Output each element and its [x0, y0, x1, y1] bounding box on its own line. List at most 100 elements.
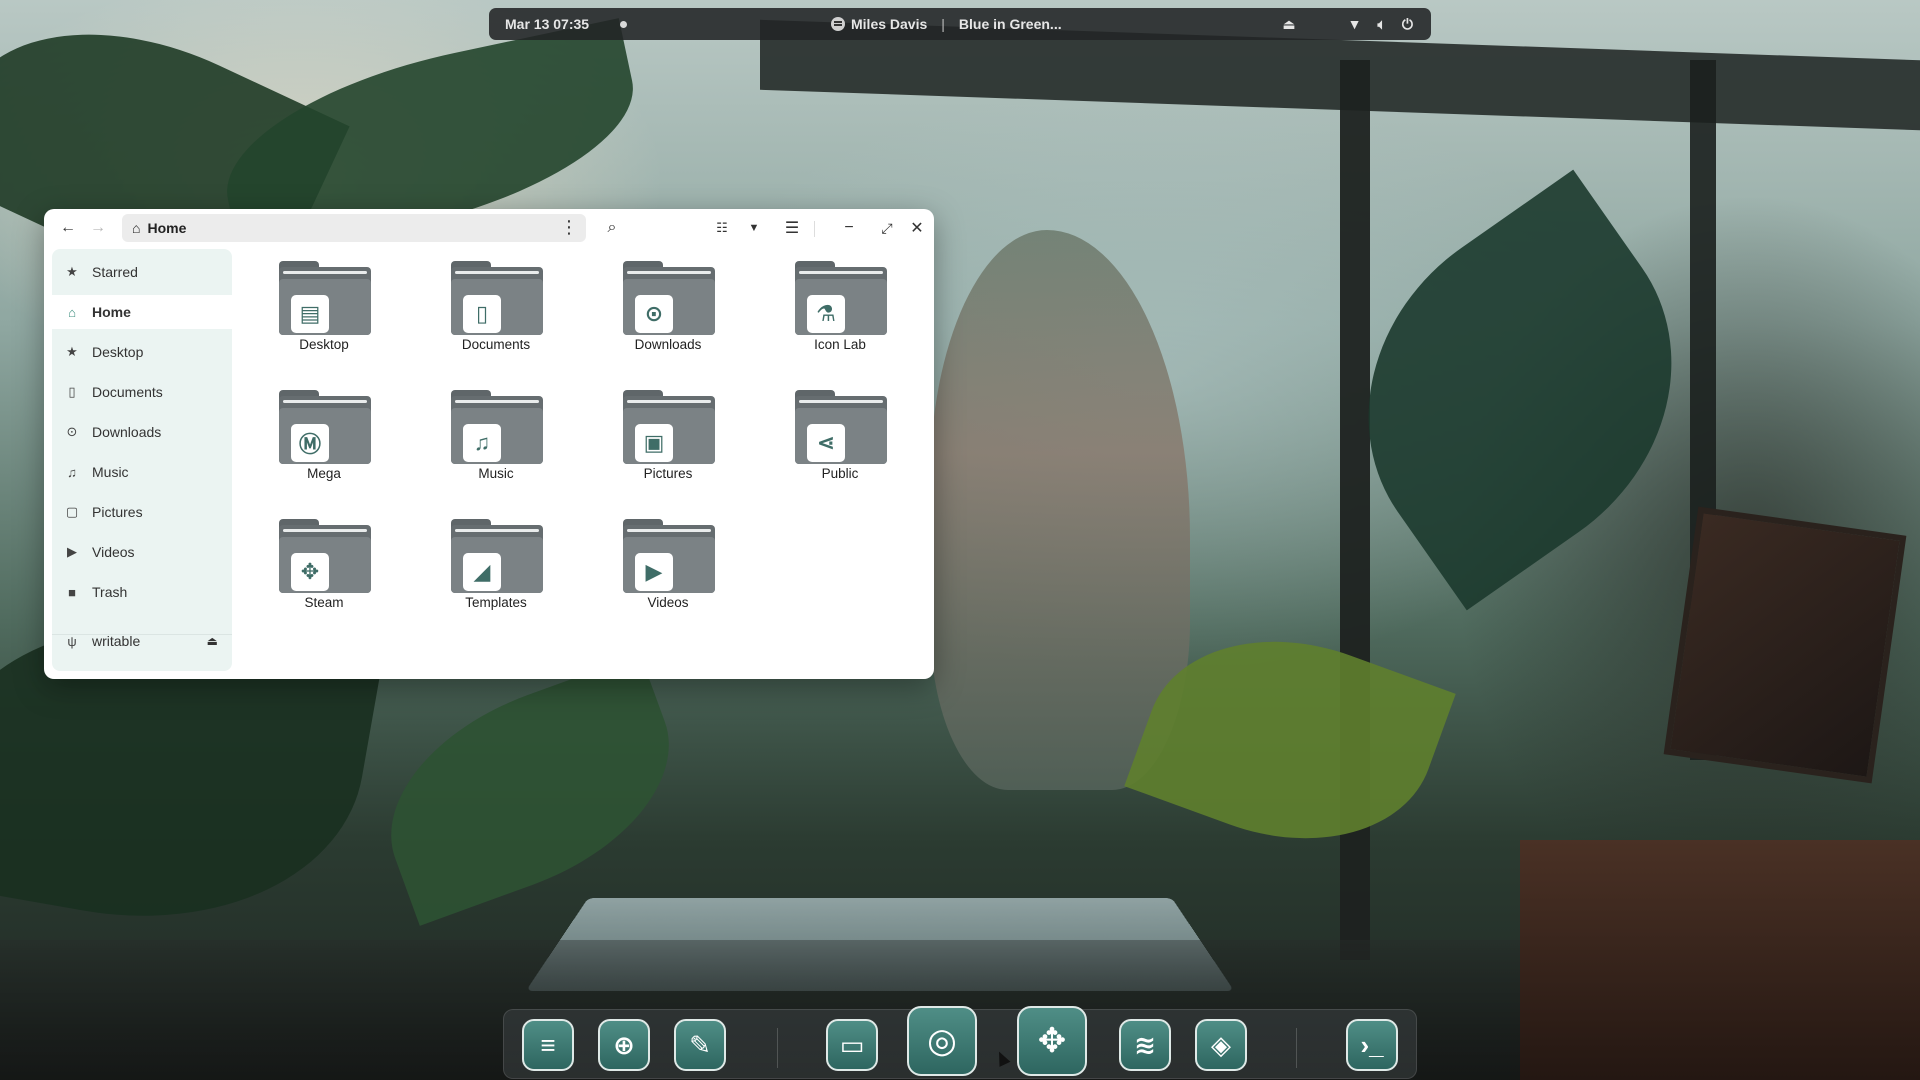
spotify-icon[interactable]: ≋: [1119, 1019, 1171, 1071]
forward-button[interactable]: →: [86, 216, 110, 240]
folder-downloads[interactable]: ⊙ Downloads: [588, 247, 728, 357]
download-icon: ⊙: [66, 424, 78, 439]
folder-pictures[interactable]: ▣ Pictures: [588, 376, 728, 486]
sidebar-item-music[interactable]: ♫ Music: [52, 455, 232, 489]
trash-icon: ■: [68, 584, 76, 600]
folder-public[interactable]: ⋖ Public: [760, 376, 900, 486]
sidebar-item-label: Music: [92, 464, 129, 480]
folder-mega[interactable]: Ⓜ Mega: [244, 376, 384, 486]
files-icon[interactable]: ▭: [826, 1019, 878, 1071]
view-mode-button[interactable]: ☷: [710, 216, 734, 240]
home-icon: ⌂: [132, 220, 141, 236]
folder-label: Mega: [307, 466, 341, 481]
sidebar-item-videos[interactable]: ▶ Videos: [52, 535, 232, 569]
wallpaper-leaf: [1294, 169, 1746, 611]
clock[interactable]: Mar 13 07:35: [505, 16, 589, 32]
folder-steam[interactable]: ✥ Steam: [244, 505, 384, 615]
dock-separator: [1296, 1028, 1297, 1068]
sidebar-item-trash[interactable]: ■ Trash: [52, 575, 232, 609]
media-track: Blue in Green...: [958, 16, 1062, 32]
volume-icon[interactable]: 🔈︎: [1378, 14, 1386, 34]
folder-label: Public: [821, 466, 859, 481]
desktop-icon: ▤: [291, 295, 329, 333]
folder-icon: ⊙: [623, 261, 715, 335]
sidebar-item-desktop[interactable]: ★ Desktop: [52, 335, 232, 369]
star-icon: ★: [66, 264, 78, 279]
top-panel: Mar 13 07:35 Miles Davis | Blue in Green…: [489, 8, 1431, 40]
sidebar: ★ Starred ⌂ Home ★ Desktop ▯ Documents ⊙…: [52, 249, 232, 671]
maximize-button[interactable]: ⤢: [875, 216, 899, 240]
sidebar-item-home[interactable]: ⌂ Home: [52, 295, 232, 329]
wallpaper-pool: [525, 898, 1235, 991]
terminal-icon[interactable]: ›_: [1346, 1019, 1398, 1071]
folder-label: Desktop: [299, 337, 349, 352]
sidebar-item-pictures[interactable]: ▢ Pictures: [52, 495, 232, 529]
path-menu-icon[interactable]: ⋮: [560, 217, 578, 237]
folder-label: Templates: [465, 595, 527, 610]
folder-icon: ✥: [279, 519, 371, 593]
eject-icon[interactable]: ⏏: [207, 634, 218, 648]
sidebar-item-downloads[interactable]: ⊙ Downloads: [52, 415, 232, 449]
path-bar[interactable]: ⌂ Home ⋮: [122, 214, 586, 242]
media-artist: Miles Davis: [851, 16, 928, 32]
folder-templates[interactable]: ◢ Templates: [416, 505, 556, 615]
folder-icon: ▯: [451, 261, 543, 335]
close-button[interactable]: ✕: [905, 216, 929, 240]
chrome-icon[interactable]: ◎: [907, 1006, 977, 1076]
download-icon: ⊙: [635, 295, 673, 333]
folder-icon: ⋖: [795, 390, 887, 464]
files-window: ← → ⌂ Home ⋮ ⌕ ☷ ▼ ☰ − ⤢ ✕ ★ Starred ⌂ H…: [44, 209, 934, 679]
search-button[interactable]: ⌕: [600, 216, 624, 240]
view-options-chevron-down-icon[interactable]: ▼: [742, 216, 766, 240]
path-crumb-home[interactable]: Home: [147, 220, 186, 236]
header-divider: [814, 221, 815, 237]
media-separator: |: [941, 16, 945, 32]
sidebar-item-starred[interactable]: ★ Starred: [52, 255, 232, 289]
main-menu-button[interactable]: ☰: [780, 216, 804, 240]
zorin-icon[interactable]: ≡: [522, 1019, 574, 1071]
sidebar-item-label: Videos: [92, 544, 135, 560]
power-icon[interactable]: ⏻: [1402, 14, 1413, 34]
sidebar-item-label: Downloads: [92, 424, 162, 440]
music-icon: ♫: [67, 464, 77, 480]
folder-icon: ♫: [451, 390, 543, 464]
folder-label: Icon Lab: [814, 337, 866, 352]
sidebar-item-label: Documents: [92, 384, 163, 400]
folder-icon: ▣: [623, 390, 715, 464]
folder-music[interactable]: ♫ Music: [416, 376, 556, 486]
template-icon: ◢: [463, 553, 501, 591]
sidebar-item-device[interactable]: ψ writable ⏏: [52, 624, 232, 658]
wallpaper-leaf: [1124, 598, 1456, 882]
back-button[interactable]: ←: [56, 216, 80, 240]
steam-gamepad-icon[interactable]: ✥: [1017, 1006, 1087, 1076]
system-tray[interactable]: ⏏ ▼ 🔈︎ ⏻: [1282, 14, 1413, 34]
wifi-icon[interactable]: ▼: [1348, 14, 1362, 34]
document-icon: ▯: [463, 295, 501, 333]
folder-label: Documents: [461, 337, 531, 352]
media-indicator[interactable]: Miles Davis | Blue in Green...: [831, 16, 1062, 32]
sidebar-item-documents[interactable]: ▯ Documents: [52, 375, 232, 409]
sidebar-item-label: Home: [92, 304, 131, 320]
header-bar: ← → ⌂ Home ⋮ ⌕ ☷ ▼ ☰ − ⤢ ✕: [44, 209, 934, 247]
folder-icon: ⚗: [795, 261, 887, 335]
folder-documents[interactable]: ▯ Documents: [416, 247, 556, 357]
dock: ≡ ⊕ ✎ ▭ ◎ ✥ ≋ ◈ ›_: [503, 1006, 1417, 1079]
minimize-button[interactable]: −: [837, 216, 861, 240]
stacks-icon[interactable]: ◈: [1195, 1019, 1247, 1071]
drawing-icon[interactable]: ✎: [674, 1019, 726, 1071]
folder-icon: ▤: [279, 261, 371, 335]
notification-dot-icon: [620, 21, 627, 28]
wallpaper-leaf: [358, 654, 702, 926]
software-store-icon[interactable]: ⊕: [598, 1019, 650, 1071]
folder-desktop[interactable]: ▤ Desktop: [244, 247, 384, 357]
folder-videos[interactable]: ▶ Videos: [588, 505, 728, 615]
eject-icon[interactable]: ⏏: [1282, 14, 1295, 34]
wallpaper-pillar: [1690, 60, 1716, 760]
folder-icon: ◢: [451, 519, 543, 593]
home-icon: ⌂: [68, 304, 76, 320]
spotify-icon: [831, 17, 845, 31]
wallpaper-table: [1520, 840, 1920, 1080]
folder-icon-lab[interactable]: ⚗ Icon Lab: [760, 247, 900, 357]
sidebar-item-label: Desktop: [92, 344, 144, 360]
flask-icon: ⚗: [807, 295, 845, 333]
